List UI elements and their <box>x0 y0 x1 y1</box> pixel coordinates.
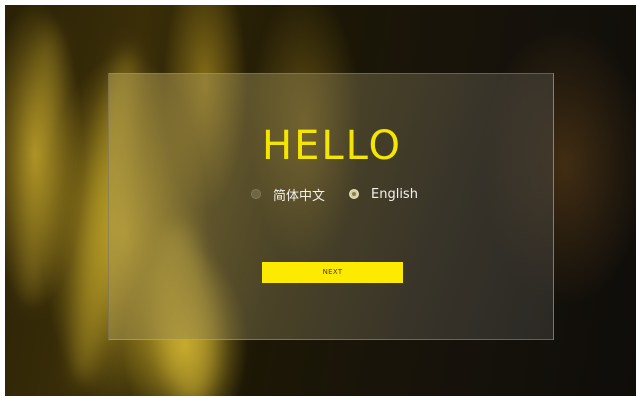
language-option-english[interactable]: English <box>349 184 418 204</box>
language-selector: 简体中文 English <box>109 184 555 204</box>
radio-unselected-icon[interactable] <box>251 189 261 199</box>
wallpaper-streak <box>15 24 65 306</box>
language-option-chinese[interactable]: 简体中文 <box>251 184 325 204</box>
language-label-chinese: 简体中文 <box>273 188 326 204</box>
next-button[interactable]: NEXT <box>262 262 403 283</box>
welcome-title: HELLO <box>262 123 402 169</box>
welcome-dialog: HELLO 简体中文 English NEXT <box>108 73 554 340</box>
language-label-english: English <box>371 186 418 202</box>
background-wallpaper: HELLO 简体中文 English NEXT <box>5 5 636 396</box>
radio-selected-icon[interactable] <box>349 189 359 199</box>
